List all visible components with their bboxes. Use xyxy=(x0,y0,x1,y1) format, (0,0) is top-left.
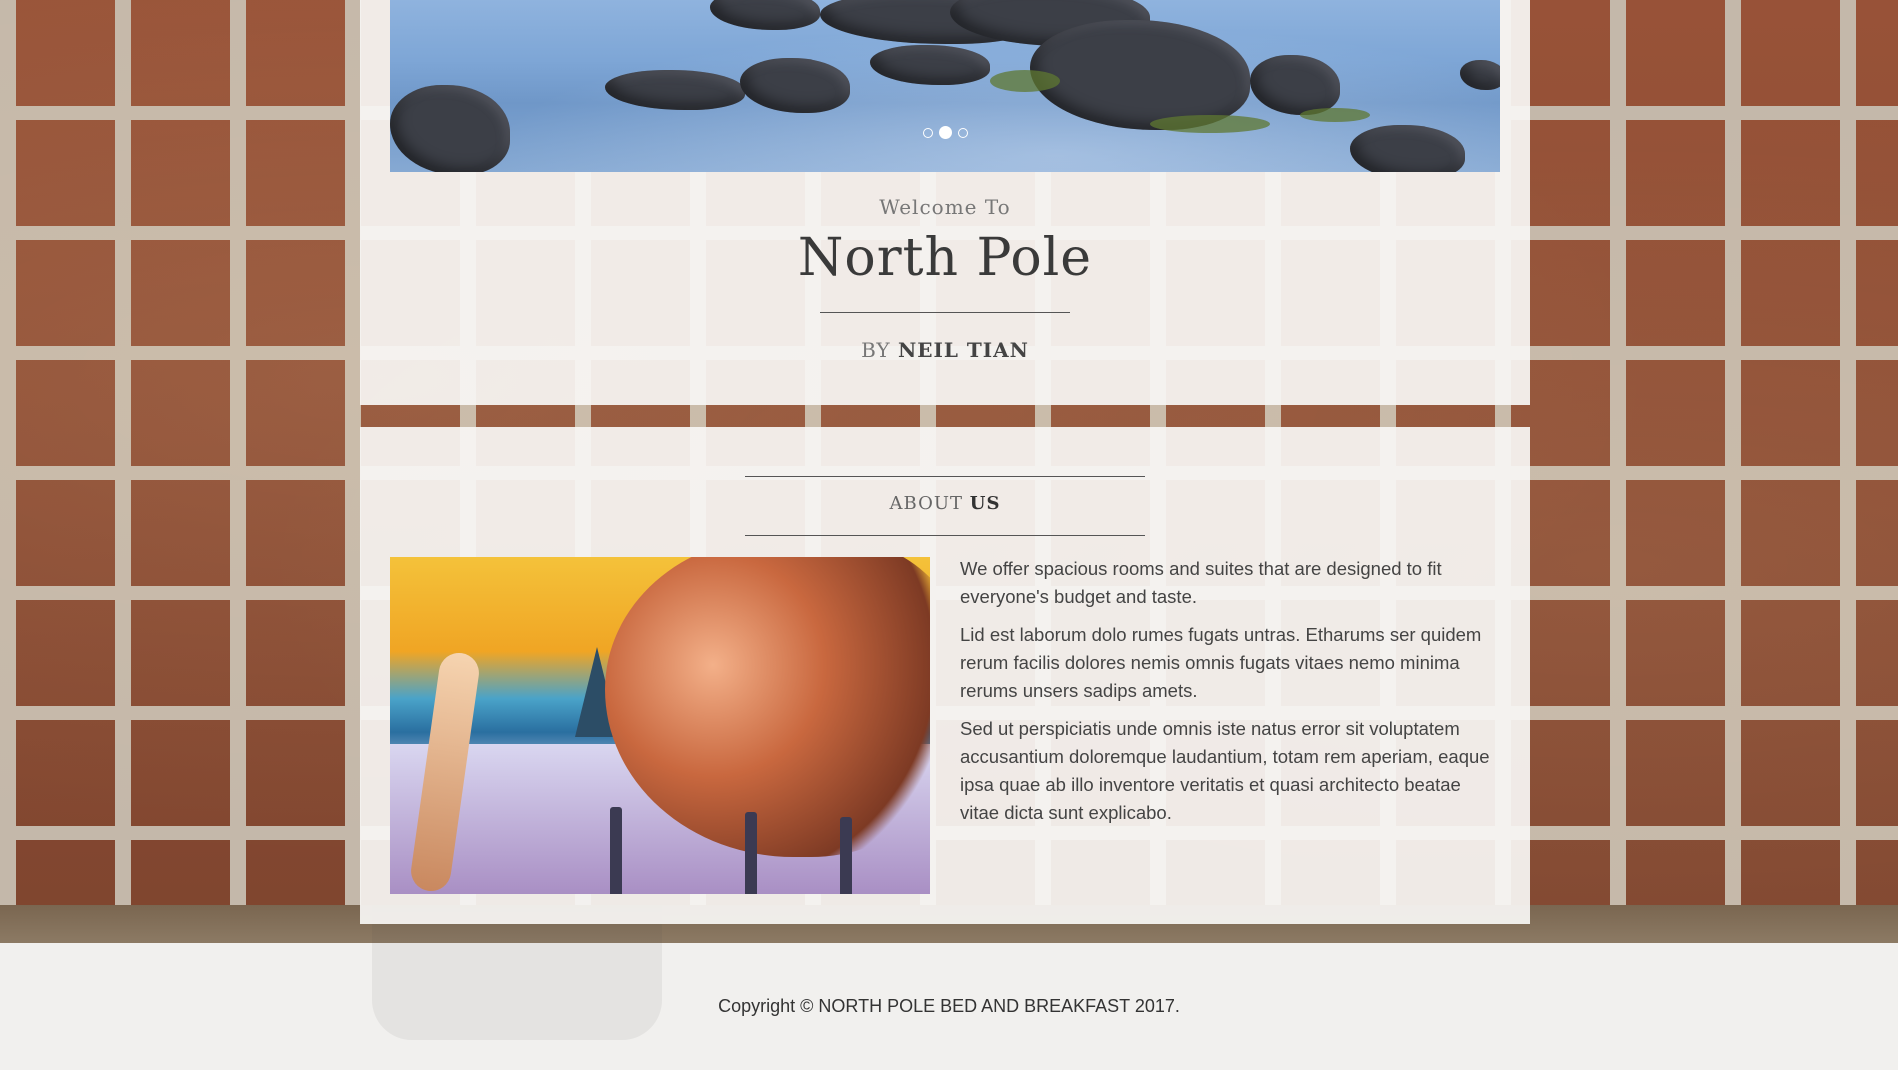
welcome-subtitle: Welcome To xyxy=(879,195,1011,219)
carousel-indicator-1[interactable] xyxy=(922,127,933,138)
about-text: We offer spacious rooms and suites that … xyxy=(960,555,1500,837)
site-title: North Pole xyxy=(797,228,1093,288)
image-carousel[interactable] xyxy=(390,0,1500,172)
carousel-indicator-3[interactable] xyxy=(957,127,968,138)
hero-panel: Welcome To North Pole BY NEIL TIAN xyxy=(360,0,1530,405)
fence-post xyxy=(745,812,757,894)
byline: BY NEIL TIAN xyxy=(360,338,1530,362)
carousel-indicator-2[interactable] xyxy=(938,126,952,139)
section-rule-bottom xyxy=(745,535,1145,536)
fence-post xyxy=(840,817,852,894)
carousel-indicators xyxy=(390,126,1500,139)
section-rule-top xyxy=(745,476,1145,477)
byline-author: NEIL TIAN xyxy=(897,338,1029,362)
about-panel: ABOUT US We offer spacious rooms and sui… xyxy=(360,427,1530,924)
section-title-light: ABOUT xyxy=(889,493,964,514)
footer-copyright: Copyright © NORTH POLE BED AND BREAKFAST… xyxy=(718,996,1180,1016)
about-paragraph-2: Lid est laborum dolo rumes fugats untras… xyxy=(960,624,1482,701)
moss xyxy=(990,70,1060,92)
about-paragraph-3: Sed ut perspiciatis unde omnis iste natu… xyxy=(960,718,1490,823)
section-title-strong: US xyxy=(969,493,1001,514)
moss xyxy=(1300,108,1370,122)
section-title: ABOUT US xyxy=(360,493,1530,514)
fence-post xyxy=(610,807,622,894)
winter-landscape-image xyxy=(390,557,930,894)
about-paragraph-1: We offer spacious rooms and suites that … xyxy=(960,558,1442,607)
title-divider xyxy=(820,312,1070,313)
byline-prefix: BY xyxy=(861,338,891,362)
